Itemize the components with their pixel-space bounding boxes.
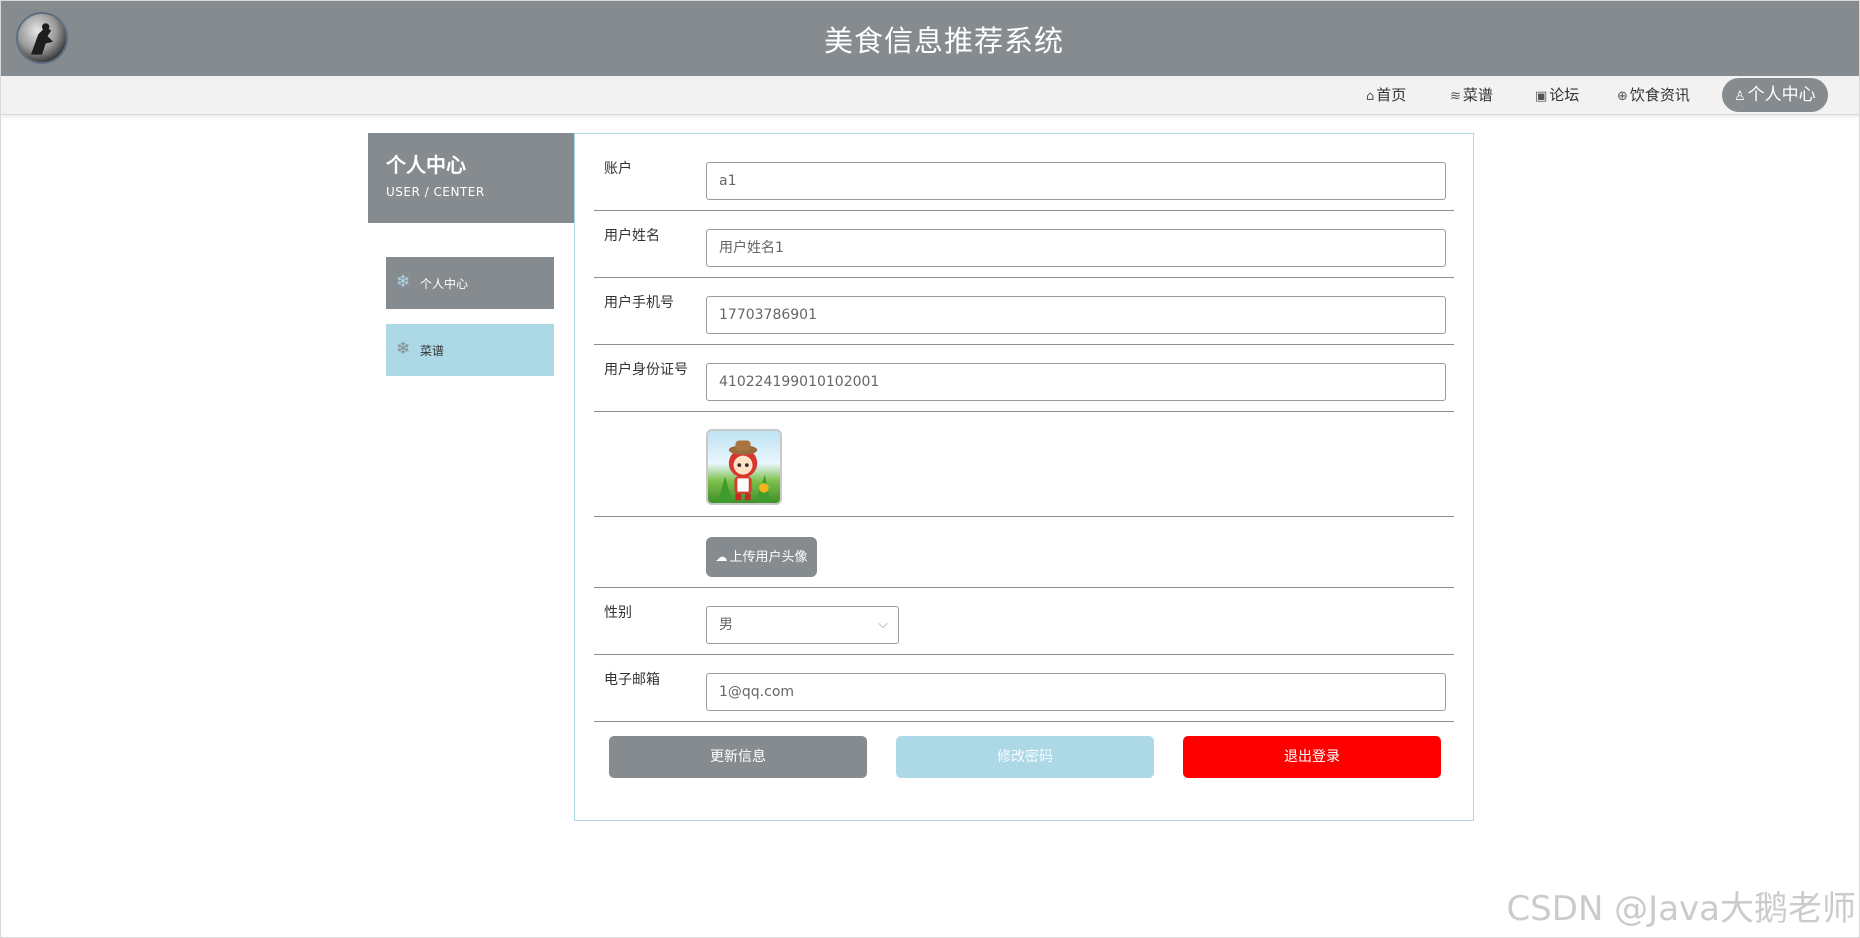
- nav-item-news[interactable]: ⊕ 饮食资讯: [1617, 84, 1690, 105]
- nav-label: 个人中心: [1747, 85, 1816, 105]
- avatar: [706, 429, 782, 505]
- form-row-phone: 用户手机号 17703786901: [594, 278, 1454, 345]
- id-card-input[interactable]: 410224199010102001: [706, 363, 1446, 401]
- change-password-button[interactable]: 修改密码: [896, 736, 1154, 778]
- snowflake-icon: ❄: [396, 272, 411, 292]
- nav-label: 首页: [1376, 86, 1407, 104]
- name-input[interactable]: 用户姓名1: [706, 229, 1446, 267]
- phone-input[interactable]: 17703786901: [706, 296, 1446, 334]
- nav-label: 菜谱: [1462, 86, 1493, 104]
- main-nav: ⌂ 首页 ≋ 菜谱 ▣ 论坛 ⊕ 饮食资讯 ♙ 个人中心: [0, 76, 1860, 115]
- avatar-image: [717, 440, 771, 503]
- sidebar-header: 个人中心 USER / CENTER: [368, 133, 574, 223]
- upload-label: 上传用户头像: [729, 550, 808, 565]
- nav-item-recipes[interactable]: ≋ 菜谱: [1450, 84, 1493, 105]
- globe-icon: ⊕: [1617, 89, 1628, 104]
- form-row-upload: ☁ 上传用户头像: [594, 517, 1454, 588]
- gender-select[interactable]: 男 ⌵: [706, 606, 899, 644]
- sidebar-item-user-center[interactable]: ❄ 个人中心: [386, 257, 554, 309]
- layers-icon: ≋: [1450, 89, 1461, 104]
- profile-form: 账户 a1 用户姓名 用户姓名1 用户手机号 17703786901 用户身份证…: [574, 133, 1474, 821]
- email-input[interactable]: 1@qq.com: [706, 673, 1446, 711]
- gender-label: 性别: [604, 605, 632, 621]
- nav-label: 饮食资讯: [1629, 86, 1690, 104]
- top-header: 美食信息推荐系统: [0, 0, 1860, 76]
- cloud-upload-icon: ☁: [715, 550, 728, 564]
- sidebar-subtitle: USER / CENTER: [386, 185, 485, 199]
- name-label: 用户姓名: [604, 228, 660, 244]
- sidebar-title: 个人中心: [386, 153, 466, 177]
- nav-item-home[interactable]: ⌂ 首页: [1366, 84, 1406, 105]
- sidebar-item-label: 个人中心: [420, 277, 469, 291]
- upload-avatar-button[interactable]: ☁ 上传用户头像: [706, 537, 817, 577]
- form-row-id-card: 用户身份证号 410224199010102001: [594, 345, 1454, 412]
- form-row-gender: 性别 男 ⌵: [594, 588, 1454, 655]
- nav-item-user-center[interactable]: ♙ 个人中心: [1722, 78, 1828, 112]
- gender-value: 男: [719, 617, 733, 633]
- account-label: 账户: [604, 161, 632, 177]
- nav-item-forum[interactable]: ▣ 论坛: [1535, 84, 1579, 105]
- sidebar-item-recipes[interactable]: ❄ 菜谱: [386, 324, 554, 376]
- update-info-button[interactable]: 更新信息: [609, 736, 867, 778]
- form-row-account: 账户 a1: [594, 134, 1454, 211]
- home-icon: ⌂: [1366, 89, 1375, 104]
- site-title: 美食信息推荐系统: [823, 24, 1064, 58]
- form-row-name: 用户姓名 用户姓名1: [594, 211, 1454, 278]
- account-input[interactable]: a1: [706, 162, 1446, 200]
- snowflake-icon: ❄: [396, 339, 411, 359]
- chevron-down-icon: ⌵: [878, 617, 888, 632]
- sidebar-item-label: 菜谱: [420, 344, 445, 358]
- watermark: CSDN @Java大鹅老师: [1506, 889, 1856, 929]
- logout-button[interactable]: 退出登录: [1183, 736, 1441, 778]
- email-label: 电子邮箱: [604, 672, 660, 688]
- id-card-label: 用户身份证号: [604, 362, 688, 378]
- gift-icon: ▣: [1535, 89, 1548, 104]
- nav-label: 论坛: [1549, 86, 1580, 104]
- form-row-email: 电子邮箱 1@qq.com: [594, 655, 1454, 722]
- user-icon: ♙: [1734, 89, 1746, 104]
- form-row-avatar: [594, 412, 1454, 517]
- phone-label: 用户手机号: [604, 295, 674, 311]
